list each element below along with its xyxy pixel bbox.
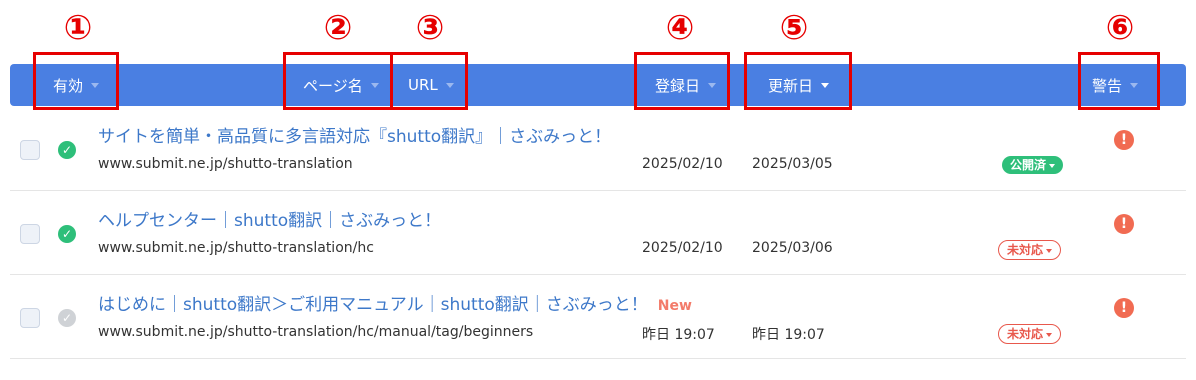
status-badge-dropdown[interactable]: 公開済: [1002, 156, 1064, 174]
chevron-down-icon: [1046, 248, 1053, 253]
highlight-box-3: [390, 52, 468, 110]
marker-2: ②: [323, 8, 353, 48]
table-row: ✓ ヘルプセンター｜shutto翻訳｜さぶみっと！ www.submit.ne.…: [10, 190, 1186, 275]
page-url: www.submit.ne.jp/shutto-translation/hc/m…: [98, 324, 534, 340]
marker-3: ③: [415, 8, 445, 48]
registered-date: 昨日 19:07: [642, 327, 715, 343]
highlight-box-4: [634, 52, 730, 110]
registered-date: 2025/02/10: [642, 240, 723, 256]
row-checkbox[interactable]: [20, 224, 40, 244]
page-title-link[interactable]: ヘルプセンター｜shutto翻訳｜さぶみっと！: [98, 206, 451, 231]
page-url: www.submit.ne.jp/shutto-translation: [98, 156, 353, 172]
check-circle-icon[interactable]: ✓: [58, 225, 76, 243]
marker-6: ⑥: [1105, 8, 1135, 48]
page-title-link[interactable]: はじめに｜shutto翻訳＞ご利用マニュアル｜shutto翻訳｜さぶみっと！ Ne…: [98, 290, 692, 315]
marker-5: ⑤: [779, 8, 809, 48]
highlight-box-1: [33, 52, 119, 110]
warning-icon[interactable]: !: [1114, 130, 1134, 150]
page-title-link[interactable]: サイトを簡単・高品質に多言語対応『shutto翻訳』｜さぶみっと！: [98, 122, 621, 147]
row-checkbox[interactable]: [20, 140, 40, 160]
check-circle-icon[interactable]: ✓: [58, 141, 76, 159]
marker-4: ④: [665, 8, 695, 48]
warning-icon[interactable]: !: [1114, 298, 1134, 318]
chevron-down-icon: [1046, 332, 1053, 337]
new-label: New: [657, 298, 692, 314]
highlight-box-5: [744, 52, 852, 110]
marker-1: ①: [63, 8, 93, 48]
highlight-box-2: [283, 52, 393, 110]
updated-date: 昨日 19:07: [752, 327, 825, 343]
status-badge-dropdown[interactable]: 未対応: [998, 240, 1062, 260]
table-header: 有効 ページ名 URL 登録日 更新日 警告: [10, 64, 1186, 106]
highlight-box-6: [1078, 52, 1160, 110]
updated-date: 2025/03/05: [752, 156, 833, 172]
page-url: www.submit.ne.jp/shutto-translation/hc: [98, 240, 374, 256]
updated-date: 2025/03/06: [752, 240, 833, 256]
status-badge-dropdown[interactable]: 未対応: [998, 324, 1062, 344]
registered-date: 2025/02/10: [642, 156, 723, 172]
check-circle-icon[interactable]: ✓: [58, 309, 76, 327]
chevron-down-icon: [1049, 163, 1056, 168]
warning-icon[interactable]: !: [1114, 214, 1134, 234]
row-checkbox[interactable]: [20, 308, 40, 328]
table-row: ✓ サイトを簡単・高品質に多言語対応『shutto翻訳』｜さぶみっと！ www.…: [10, 106, 1186, 191]
table-row: ✓ はじめに｜shutto翻訳＞ご利用マニュアル｜shutto翻訳｜さぶみっと！…: [10, 274, 1186, 359]
